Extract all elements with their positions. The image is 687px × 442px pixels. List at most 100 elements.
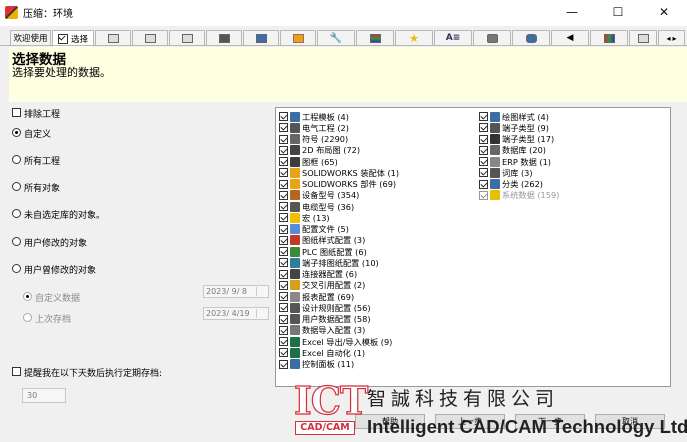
date-picker-last-archive[interactable]: 2023/ 4/19 (203, 307, 269, 320)
list-item[interactable]: 系统数据 (159) (479, 189, 559, 202)
exclude-projects-checkbox[interactable] (12, 108, 21, 117)
item-checkbox[interactable] (279, 303, 288, 313)
item-checkbox[interactable] (279, 213, 288, 223)
frame-icon (290, 156, 300, 167)
tab-print[interactable] (169, 30, 205, 46)
tab-tools[interactable]: 🔧 (317, 30, 355, 46)
item-checkbox[interactable] (279, 157, 288, 166)
item-checkbox[interactable] (279, 337, 288, 346)
window-title: 压缩：环境 (23, 9, 73, 20)
pen-icon (290, 190, 300, 201)
tab-text[interactable]: A≡ (434, 30, 472, 46)
radio-user-ever-modified[interactable] (12, 264, 21, 273)
erp-icon (490, 156, 500, 167)
item-checkbox[interactable] (479, 190, 488, 200)
reminder-days-input[interactable]: 30 (22, 388, 66, 403)
item-checkbox[interactable] (279, 247, 288, 256)
terminal-strip-icon (290, 257, 300, 268)
tab-save[interactable] (243, 30, 279, 46)
item-checkbox[interactable] (279, 123, 288, 133)
item-checkbox[interactable] (479, 112, 488, 121)
item-checkbox[interactable] (479, 145, 488, 155)
tab-database[interactable] (206, 30, 242, 46)
classification-icon (490, 179, 500, 189)
data-selection-list[interactable]: 工程模板 (4) 电气工程 (2) 符号 (2290) 2D 布局图 (72) 图框 (… (275, 107, 671, 387)
connector-icon (290, 269, 300, 279)
item-checkbox[interactable] (279, 134, 288, 144)
item-checkbox[interactable] (479, 168, 488, 178)
item-checkbox[interactable] (279, 179, 288, 189)
cylinder-icon (486, 33, 498, 43)
tab-book[interactable] (356, 30, 394, 46)
star-icon (290, 212, 300, 223)
book-icon (369, 33, 381, 43)
item-checkbox[interactable] (279, 168, 288, 178)
design-rule-icon (290, 302, 300, 313)
item-checkbox[interactable] (279, 269, 288, 279)
item-checkbox[interactable] (479, 123, 488, 133)
item-checkbox[interactable] (279, 190, 288, 200)
radio-all-projects-label: 所有工程 (24, 157, 61, 167)
calendar-icon[interactable] (256, 309, 267, 318)
cross-reference-icon (290, 280, 300, 291)
item-checkbox[interactable] (279, 112, 288, 121)
item-checkbox[interactable] (279, 224, 288, 234)
tab-disks[interactable] (512, 30, 550, 46)
tab-strip: 欢迎使用 选择 🔧 ★ A≡ ◀ ◂ ▸ (0, 30, 687, 47)
tab-cube[interactable] (280, 30, 316, 46)
tab-sound[interactable]: ◀ (551, 30, 589, 46)
radio-all-projects[interactable] (12, 155, 21, 164)
minimize-button[interactable]: — (549, 0, 595, 24)
list-item[interactable]: 控制面板 (11) (279, 358, 354, 371)
date-picker-custom[interactable]: 2023/ 9/ 8 (203, 285, 269, 298)
radio-custom-data[interactable] (23, 292, 32, 301)
item-checkbox[interactable] (279, 258, 288, 268)
scroll-right-icon[interactable]: ▸ (673, 34, 677, 43)
excel-icon (290, 336, 300, 347)
item-checkbox[interactable] (479, 157, 488, 166)
item-checkbox[interactable] (279, 235, 288, 245)
database-icon (490, 145, 500, 156)
close-button[interactable]: ✕ (641, 0, 687, 24)
radio-last-archive[interactable] (23, 313, 32, 322)
tab-edit[interactable] (95, 30, 131, 46)
radio-all-objects-label: 所有对象 (24, 184, 61, 194)
tab-scroll-arrows[interactable]: ◂ ▸ (658, 30, 685, 46)
tab-grid[interactable] (629, 30, 657, 46)
maximize-button[interactable]: ☐ (595, 0, 641, 24)
dictionary-icon (490, 167, 500, 178)
radio-all-objects[interactable] (12, 182, 21, 191)
radio-custom[interactable] (12, 128, 21, 137)
item-checkbox[interactable] (279, 145, 288, 155)
calendar-icon[interactable] (256, 287, 267, 296)
app-icon (5, 6, 18, 19)
item-label: 控制面板 (11) (302, 359, 355, 369)
radio-unselected-library[interactable] (12, 209, 21, 218)
item-checkbox[interactable] (279, 359, 288, 369)
item-checkbox[interactable] (279, 348, 288, 358)
tab-welcome[interactable]: 欢迎使用 (10, 30, 51, 46)
item-checkbox[interactable] (279, 292, 288, 301)
item-checkbox[interactable] (479, 179, 488, 189)
reminder-checkbox[interactable] (12, 367, 21, 376)
tab-divider (0, 45, 687, 46)
tab-cylinder[interactable] (473, 30, 511, 46)
import-icon (290, 325, 300, 336)
tab-star[interactable]: ★ (395, 30, 433, 46)
item-checkbox[interactable] (279, 314, 288, 324)
tab-select-checkbox[interactable] (57, 32, 68, 44)
system-data-icon (490, 190, 500, 201)
scroll-left-icon[interactable]: ◂ (666, 34, 670, 43)
item-checkbox[interactable] (479, 134, 488, 144)
item-checkbox[interactable] (279, 202, 288, 211)
tab-copy[interactable] (132, 30, 168, 46)
star-icon: ★ (409, 31, 419, 45)
item-checkbox[interactable] (279, 325, 288, 335)
radio-user-modified-label: 用户修改的对象 (24, 239, 88, 249)
tab-select-label: 选择 (70, 34, 88, 45)
radio-user-modified[interactable] (12, 237, 21, 246)
watermark-logo: ICT CAD/CAM 智誠科技有限公司 Intelligent CAD/CAM… (293, 381, 687, 442)
symbol-icon (290, 134, 300, 144)
tab-tree[interactable] (590, 30, 628, 46)
item-checkbox[interactable] (279, 280, 288, 290)
